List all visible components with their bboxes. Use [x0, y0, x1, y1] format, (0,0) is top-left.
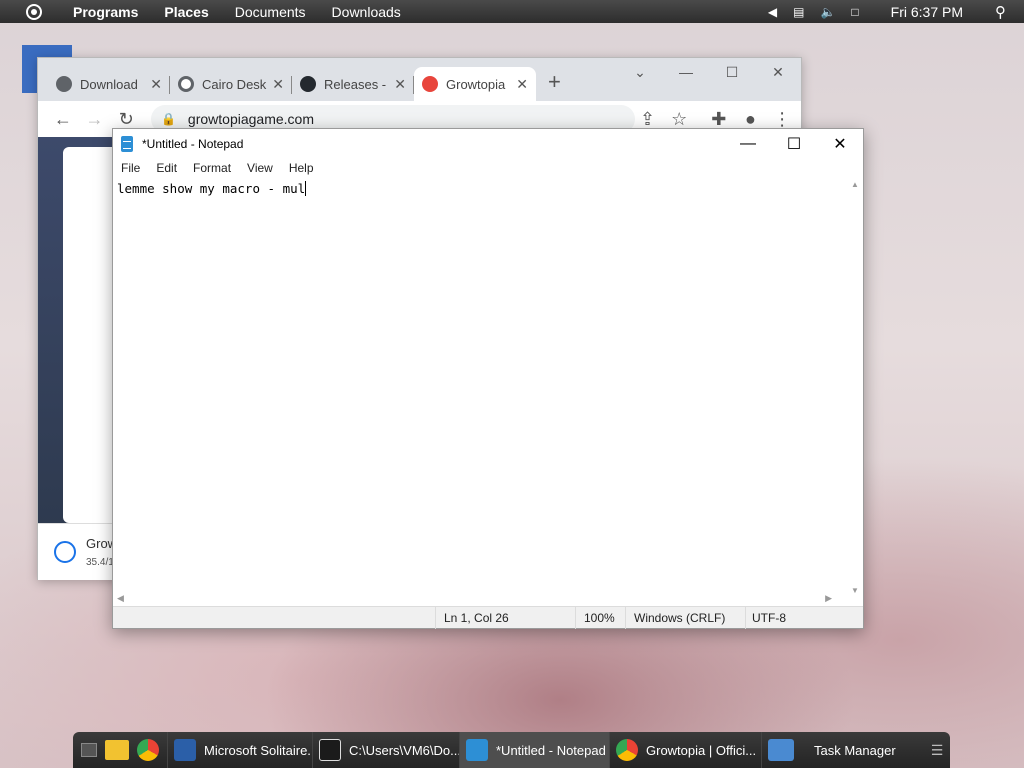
taskbar: Microsoft Solitaire... C:\Users\VM6\Do..… — [73, 732, 950, 768]
scroll-up-icon[interactable]: ▲ — [851, 180, 859, 189]
maximize-button[interactable]: ☐ — [771, 129, 817, 158]
menu-bar: File Edit Format View Help — [113, 158, 863, 178]
line-ending: Windows (CRLF) — [625, 606, 745, 629]
tab-strip: Download ✕ Cairo Desk ✕ Releases - ✕ Gro… — [38, 58, 801, 101]
tab-title: Cairo Desk — [202, 76, 267, 92]
editor-text: lemme show my macro - mul — [117, 181, 306, 196]
zoom-level: 100% — [575, 606, 625, 629]
tab-releases[interactable]: Releases - ✕ — [292, 67, 414, 101]
taskbar-item-label: *Untitled - Notepad — [496, 742, 606, 758]
chrome-icon[interactable] — [137, 739, 159, 761]
taskbar-item-7zip[interactable]: C:\Users\VM6\Do... — [312, 732, 459, 768]
chrome-icon — [616, 739, 638, 761]
close-button[interactable]: ✕ — [755, 58, 801, 86]
more-menu-icon[interactable]: ⋮ — [769, 109, 795, 130]
taskbar-item-label: Growtopia | Offici... — [646, 742, 757, 758]
share-icon[interactable]: ⇪ — [635, 109, 661, 130]
7zip-icon — [319, 739, 341, 761]
notepad-icon — [121, 135, 133, 152]
cursor-position: Ln 1, Col 26 — [435, 606, 575, 629]
forward-button[interactable]: → — [82, 109, 108, 130]
tray-arrow-icon[interactable]: ◀ — [768, 5, 777, 19]
notification-icon[interactable]: □ — [851, 5, 858, 19]
start-logo-icon[interactable] — [26, 3, 42, 20]
taskbar-item-notepad[interactable]: *Untitled - Notepad — [459, 732, 609, 768]
taskbar-item-label: Microsoft Solitaire... — [204, 742, 312, 758]
text-caret — [305, 181, 307, 196]
menu-file[interactable]: File — [113, 161, 148, 175]
taskbar-item-label: Task Manager — [814, 742, 896, 758]
extensions-icon[interactable]: ✚ — [706, 109, 732, 130]
vertical-scrollbar[interactable]: ▲ ▼ — [848, 178, 863, 597]
notepad-icon — [466, 739, 488, 761]
close-icon[interactable]: ✕ — [272, 76, 284, 93]
tab-growtopia[interactable]: Growtopia ✕ — [414, 67, 536, 101]
star-icon[interactable]: ☆ — [666, 109, 692, 130]
close-icon[interactable]: ✕ — [394, 76, 406, 93]
menu-edit[interactable]: Edit — [148, 161, 185, 175]
notepad-window: *Untitled - Notepad — ☐ ✕ File Edit Form… — [112, 128, 864, 629]
search-icon[interactable]: ⚲ — [995, 3, 1006, 21]
encoding: UTF-8 — [745, 606, 863, 629]
profile-icon[interactable]: ● — [738, 109, 764, 130]
status-spacer — [113, 607, 435, 629]
tab-title: Download — [80, 76, 138, 92]
solitaire-icon — [174, 739, 196, 761]
minimize-button[interactable]: — — [663, 58, 709, 86]
system-tray: ◀ ▤ 🔈 □ Fri 6:37 PM ⚲ — [760, 0, 1024, 23]
menu-format[interactable]: Format — [185, 161, 239, 175]
show-desktop-icon[interactable] — [81, 743, 97, 757]
taskbar-item-label: C:\Users\VM6\Do... — [349, 742, 459, 758]
reload-button[interactable]: ↻ — [113, 109, 139, 130]
menu-help[interactable]: Help — [281, 161, 322, 175]
download-file-icon[interactable] — [54, 541, 76, 563]
top-panel: Programs Places Documents Downloads ◀ ▤ … — [0, 0, 1024, 23]
close-icon[interactable]: ✕ — [150, 76, 162, 93]
cairo-icon — [178, 76, 194, 92]
horizontal-scrollbar[interactable]: ◀ ▶ — [113, 591, 850, 607]
scroll-right-icon[interactable]: ▶ — [825, 593, 832, 604]
new-tab-button[interactable]: + — [548, 69, 561, 95]
close-icon[interactable]: ✕ — [516, 76, 528, 93]
menu-places[interactable]: Places — [151, 4, 221, 20]
taskbar-menu-icon[interactable]: ☰ — [924, 742, 950, 759]
menu-programs[interactable]: Programs — [60, 4, 151, 20]
menu-view[interactable]: View — [239, 161, 281, 175]
tab-cairo[interactable]: Cairo Desk ✕ — [170, 67, 292, 101]
window-title: *Untitled - Notepad — [142, 136, 244, 151]
text-editor[interactable]: lemme show my macro - mul — [113, 178, 850, 597]
github-icon — [300, 76, 316, 92]
browser-window-controls: ⌄ — ☐ ✕ — [617, 58, 801, 86]
lock-icon[interactable]: 🔒 — [161, 112, 176, 126]
file-explorer-icon[interactable] — [105, 740, 129, 760]
maximize-button[interactable]: ☐ — [709, 58, 755, 86]
status-bar: Ln 1, Col 26 100% Windows (CRLF) UTF-8 — [113, 606, 863, 629]
tab-download[interactable]: Download ✕ — [48, 67, 170, 101]
growtopia-icon — [422, 76, 438, 92]
network-icon[interactable]: ▤ — [793, 5, 804, 19]
menu-downloads[interactable]: Downloads — [319, 4, 414, 20]
globe-icon — [56, 76, 72, 92]
notepad-window-controls: — ☐ ✕ — [725, 129, 863, 158]
minimize-button[interactable]: — — [725, 129, 771, 158]
taskbar-item-growtopia[interactable]: Growtopia | Offici... — [609, 732, 761, 768]
volume-icon[interactable]: 🔈 — [820, 5, 835, 19]
tab-title: Releases - — [324, 76, 387, 92]
menu-documents[interactable]: Documents — [222, 4, 319, 20]
back-button[interactable]: ← — [50, 109, 76, 130]
close-button[interactable]: ✕ — [817, 129, 863, 158]
scroll-left-icon[interactable]: ◀ — [117, 593, 124, 604]
task-manager-icon — [768, 739, 794, 761]
taskbar-item-solitaire[interactable]: Microsoft Solitaire... — [167, 732, 312, 768]
chevron-down-icon[interactable]: ⌄ — [617, 58, 663, 86]
taskbar-item-task-manager[interactable]: Task Manager — [761, 732, 909, 768]
notepad-titlebar[interactable]: *Untitled - Notepad — ☐ ✕ — [113, 129, 863, 158]
clock[interactable]: Fri 6:37 PM — [891, 4, 963, 20]
scroll-down-icon[interactable]: ▼ — [851, 586, 859, 595]
url-text: growtopiagame.com — [187, 111, 314, 127]
tab-title: Growtopia — [446, 76, 506, 92]
